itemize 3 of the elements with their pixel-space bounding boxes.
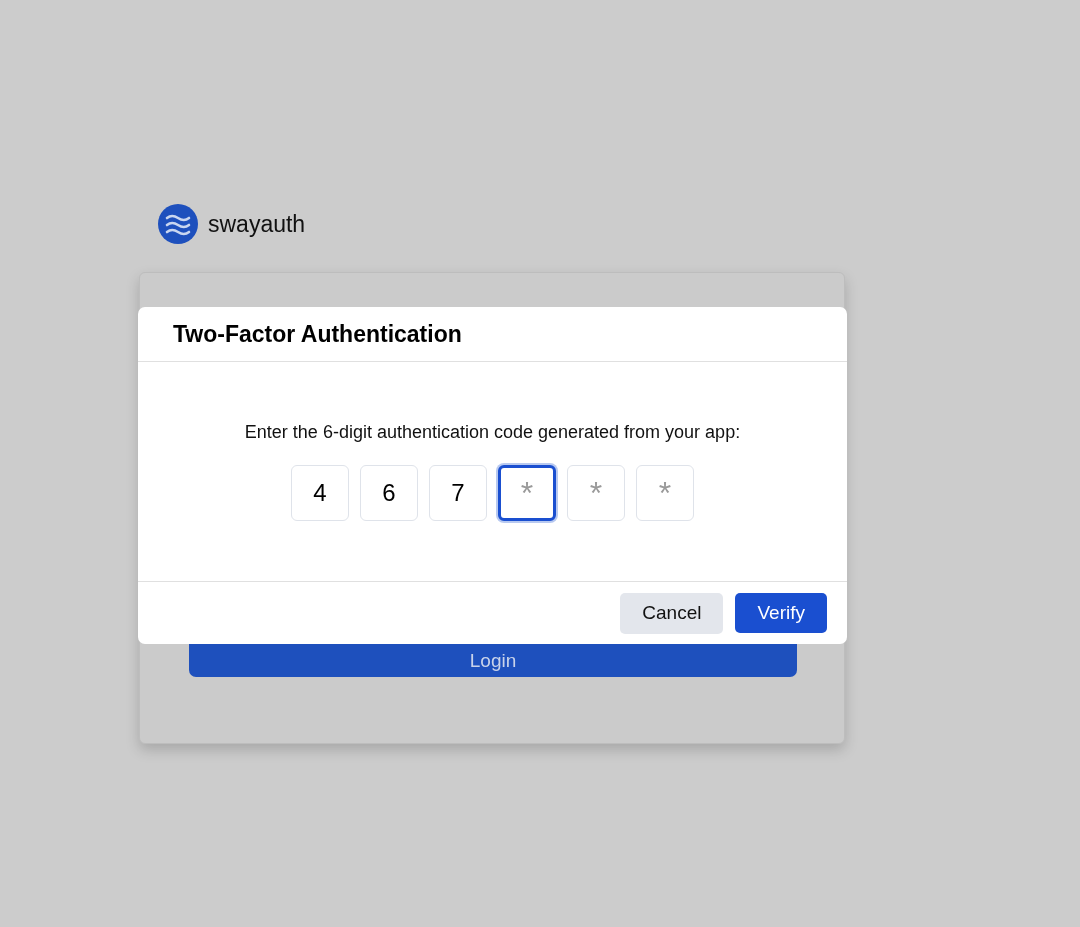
prompt-text: Enter the 6-digit authentication code generated from your app: <box>244 422 741 443</box>
dialog-title: Two-Factor Authentication <box>173 320 462 348</box>
brand-name: swayauth <box>208 210 306 238</box>
